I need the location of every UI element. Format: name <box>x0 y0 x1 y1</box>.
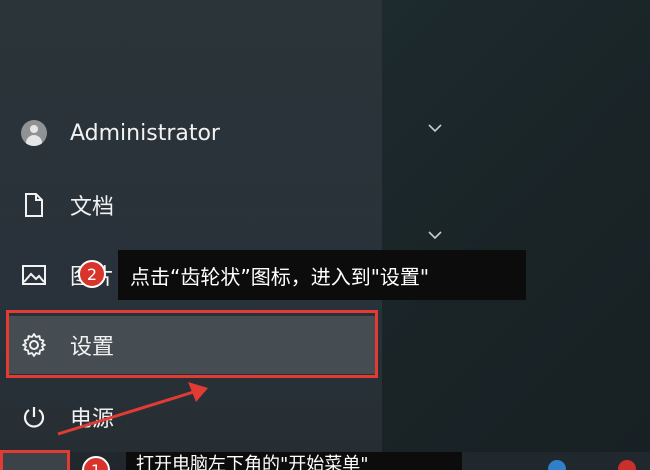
user-account-item[interactable]: Administrator <box>0 106 382 160</box>
arrow-annotation-icon <box>57 382 208 436</box>
avatar <box>21 120 47 146</box>
step-2-text: 点击“齿轮状”图标，进入到"设置" <box>130 264 430 289</box>
step-1-text: 打开电脑左下角的"开始菜单" <box>136 454 369 470</box>
chevron-down-icon[interactable] <box>428 124 442 133</box>
menu-item-settings[interactable]: 设置 <box>9 316 375 374</box>
menu-item-documents[interactable]: 文档 <box>0 178 382 232</box>
step-1-tooltip: 打开电脑左下角的"开始菜单" <box>126 452 462 470</box>
start-button[interactable] <box>0 450 70 470</box>
user-avatar-icon <box>20 119 48 147</box>
picture-icon <box>20 261 48 289</box>
menu-item-label: 文档 <box>70 195 115 220</box>
step-2-badge: 2 <box>78 260 106 288</box>
step-2-tooltip: 点击“齿轮状”图标，进入到"设置" <box>118 250 526 300</box>
gear-icon <box>20 331 48 359</box>
chevron-down-icon[interactable] <box>428 231 442 240</box>
menu-item-label: 设置 <box>70 335 115 360</box>
user-name-label: Administrator <box>70 120 220 146</box>
document-icon <box>20 191 48 219</box>
start-menu-right-area <box>382 0 650 470</box>
power-icon <box>20 403 48 431</box>
